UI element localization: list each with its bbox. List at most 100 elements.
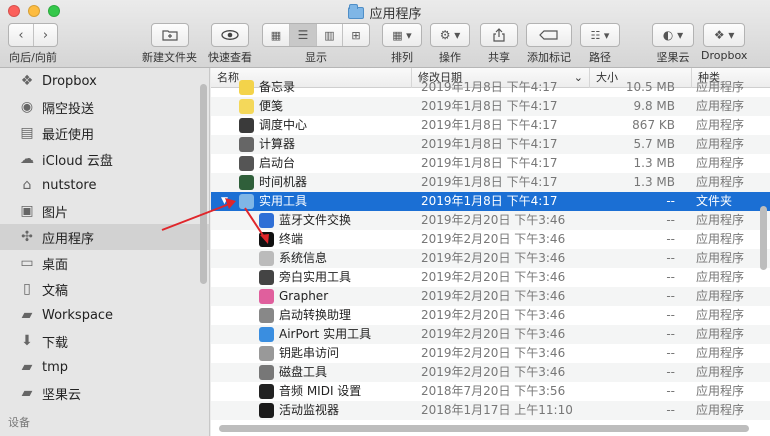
gallery-view-button[interactable]: ⊞ — [342, 24, 369, 46]
table-row[interactable]: Grapher 2019年2月20日 下午3:46 -- 应用程序 — [211, 287, 770, 306]
dropbox-toolbar-button[interactable]: ❖ ▾ — [703, 23, 746, 47]
row-date: 2019年1月8日 下午4:17 — [421, 156, 558, 170]
sidebar-item-downloads[interactable]: ⬇ 下载 — [0, 328, 209, 354]
row-name-text: Grapher — [279, 289, 329, 303]
table-row[interactable]: 钥匙串访问 2019年2月20日 下午3:46 -- 应用程序 — [211, 344, 770, 363]
row-kind: 应用程序 — [696, 80, 745, 94]
arrange-button[interactable]: ▦ ▾ — [382, 23, 422, 47]
table-row[interactable]: 便笺 2019年1月8日 下午4:17 9.8 MB 应用程序 — [211, 97, 770, 116]
nutstore-button[interactable]: ◐ ▾ — [652, 23, 694, 47]
table-row[interactable]: 启动转换助理 2019年2月20日 下午3:46 -- 应用程序 — [211, 306, 770, 325]
row-size: -- — [666, 346, 675, 360]
tags-button[interactable] — [526, 23, 572, 47]
recents-icon: ▤ — [20, 125, 34, 141]
share-label: 共享 — [488, 51, 510, 64]
table-row[interactable]: 系统信息 2019年2月20日 下午3:46 -- 应用程序 — [211, 249, 770, 268]
column-view-button[interactable]: ▥ — [316, 24, 342, 46]
row-kind: 应用程序 — [696, 251, 745, 265]
table-row[interactable]: 计算器 2019年1月8日 下午4:17 5.7 MB 应用程序 — [211, 135, 770, 154]
row-size: 9.8 MB — [633, 99, 675, 113]
back-button[interactable]: ‹ — [9, 24, 33, 46]
row-kind: 应用程序 — [696, 270, 745, 284]
table-row[interactable]: 启动台 2019年1月8日 下午4:17 1.3 MB 应用程序 — [211, 154, 770, 173]
sidebar-item-documents[interactable]: ▯ 文稿 — [0, 276, 209, 302]
sidebar-item-workspace[interactable]: ▰ Workspace — [0, 302, 209, 328]
sidebar-item-recents[interactable]: ▤ 最近使用 — [0, 120, 209, 146]
quicklook-button[interactable] — [211, 23, 249, 47]
table-row[interactable]: 旁白实用工具 2019年2月20日 下午3:46 -- 应用程序 — [211, 268, 770, 287]
row-date: 2018年1月17日 上午11:10 — [421, 403, 573, 417]
disclosure-triangle-icon[interactable]: ▼ — [221, 192, 228, 211]
list-view-button[interactable]: ☰ — [289, 24, 316, 46]
row-size: -- — [666, 289, 675, 303]
row-name-text: 启动转换助理 — [279, 308, 352, 322]
folder-icon: ▰ — [21, 359, 33, 375]
arrange-icon: ▦ ▾ — [392, 28, 412, 42]
row-kind: 文件夹 — [696, 194, 733, 208]
sidebar-item-label: tmp — [42, 359, 69, 375]
row-kind: 应用程序 — [696, 99, 745, 113]
app-icon — [259, 384, 274, 399]
app-icon — [259, 270, 274, 285]
table-row[interactable]: AirPort 实用工具 2019年2月20日 下午3:46 -- 应用程序 — [211, 325, 770, 344]
table-row[interactable]: 调度中心 2019年1月8日 下午4:17 867 KB 应用程序 — [211, 116, 770, 135]
table-row[interactable]: 蓝牙文件交换 2019年2月20日 下午3:46 -- 应用程序 — [211, 211, 770, 230]
sidebar-item-applications[interactable]: ✣ 应用程序 — [0, 224, 209, 250]
sidebar-item-icloud[interactable]: ☁ iCloud 云盘 — [0, 146, 209, 172]
desktop-icon: ▭ — [20, 255, 34, 271]
cloud-icon: ☁ — [20, 151, 34, 167]
path-label: 路径 — [589, 51, 611, 64]
dropbox-toolbar-group: ❖ ▾ Dropbox — [701, 23, 747, 62]
table-row[interactable]: 时间机器 2019年1月8日 下午4:17 1.3 MB 应用程序 — [211, 173, 770, 192]
action-button[interactable]: ⚙ ▾ — [430, 23, 470, 47]
row-name-text: 备忘录 — [259, 80, 296, 94]
app-icon — [259, 213, 274, 228]
tags-label: 添加标记 — [527, 51, 571, 64]
table-row[interactable]: 磁盘工具 2019年2月20日 下午3:46 -- 应用程序 — [211, 363, 770, 382]
row-kind: 应用程序 — [696, 308, 745, 322]
sidebar-item-nutstore[interactable]: ⌂ nutstore — [0, 172, 209, 198]
share-button[interactable] — [480, 23, 518, 47]
row-kind: 应用程序 — [696, 384, 745, 398]
row-size: -- — [666, 403, 675, 417]
table-row[interactable]: 终端 2019年2月20日 下午3:46 -- 应用程序 — [211, 230, 770, 249]
list-icon: ☰ — [297, 28, 309, 42]
path-button[interactable]: ☷ ▾ — [580, 23, 620, 47]
row-date: 2019年2月20日 下午3:46 — [421, 289, 566, 303]
table-row[interactable]: 音频 MIDI 设置 2018年7月20日 下午3:56 -- 应用程序 — [211, 382, 770, 401]
icon-view-button[interactable]: ▦ — [263, 24, 289, 46]
row-kind: 应用程序 — [696, 289, 745, 303]
list-horizontal-scrollbar[interactable] — [219, 425, 749, 432]
table-row[interactable]: ▼ 实用工具 2019年1月8日 下午4:17 -- 文件夹 — [211, 192, 770, 211]
app-icon — [259, 403, 274, 418]
row-name: 时间机器 — [239, 173, 307, 192]
row-kind: 应用程序 — [696, 327, 745, 341]
window-title: 应用程序 — [0, 3, 770, 22]
row-size: -- — [666, 270, 675, 284]
row-size: 1.3 MB — [633, 156, 675, 170]
sidebar-item-desktop[interactable]: ▭ 桌面 — [0, 250, 209, 276]
table-row[interactable]: 备忘录 2019年1月8日 下午4:17 10.5 MB 应用程序 — [211, 78, 770, 97]
new-folder-icon — [152, 24, 188, 46]
sidebar-scrollbar[interactable] — [200, 84, 207, 284]
row-kind: 应用程序 — [696, 175, 745, 189]
dropbox-toolbar-label: Dropbox — [701, 49, 748, 62]
list-vertical-scrollbar[interactable] — [760, 206, 767, 270]
sidebar-item-pictures[interactable]: ▣ 图片 — [0, 198, 209, 224]
row-size: -- — [666, 365, 675, 379]
sidebar-item-jianguoyun[interactable]: ▰ 坚果云 — [0, 380, 209, 406]
quicklook-label: 快速查看 — [208, 51, 252, 64]
new-folder-button[interactable] — [150, 23, 189, 47]
arrange-group: ▦ ▾ 排列 — [382, 23, 422, 65]
dropbox-icon: ❖ ▾ — [713, 28, 735, 42]
sidebar-item-tmp[interactable]: ▰ tmp — [0, 354, 209, 380]
download-icon: ⬇ — [21, 333, 33, 349]
forward-button[interactable]: › — [33, 24, 57, 46]
app-icon — [259, 289, 274, 304]
action-group: ⚙ ▾ 操作 — [430, 23, 470, 65]
table-row[interactable]: 活动监视器 2018年1月17日 上午11:10 -- 应用程序 — [211, 401, 770, 420]
sidebar-item-dropbox[interactable]: ❖ Dropbox — [0, 68, 209, 94]
sidebar-item-airdrop[interactable]: ◉ 隔空投送 — [0, 94, 209, 120]
path-icon: ☷ ▾ — [590, 28, 610, 42]
app-icon — [239, 99, 254, 114]
